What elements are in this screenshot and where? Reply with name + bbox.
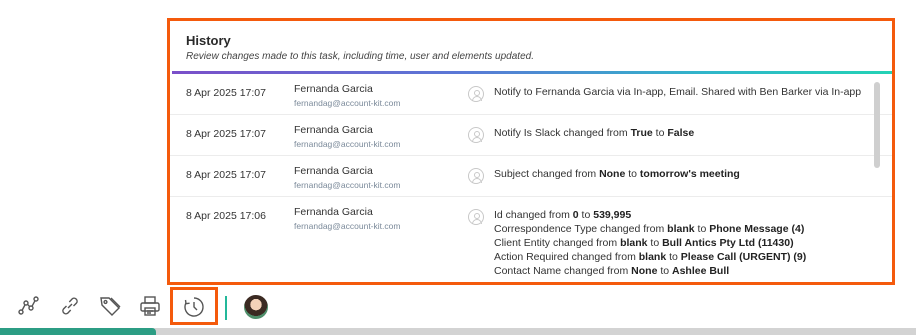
history-row: 8 Apr 2025 17:07 Fernanda Garcia fernandag… xyxy=(170,115,892,156)
change-text: to xyxy=(652,127,668,139)
change-text: Subject changed from xyxy=(494,168,600,180)
change-value: blank xyxy=(667,223,695,235)
change-text: Notify Is Slack changed from xyxy=(494,127,631,139)
history-user: Fernanda Garcia fernandag@account-kit.com xyxy=(278,165,458,190)
change-value: 539,995 xyxy=(593,209,632,221)
change-value: blank xyxy=(638,251,667,263)
history-date: 8 Apr 2025 17:07 xyxy=(186,87,266,99)
user-avatar[interactable] xyxy=(244,295,268,319)
change-text: to xyxy=(666,251,681,263)
history-description: Id changed from 0 to 539,995 Corresponden… xyxy=(494,206,892,278)
history-description: Subject changed from None to tomorrow's … xyxy=(494,165,892,181)
history-subtitle: Review changes made to this task, includ… xyxy=(186,51,534,62)
change-line: Subject changed from None to tomorrow's … xyxy=(494,167,866,181)
change-value: Phone Message (4) xyxy=(709,223,805,235)
change-line: Client Entity changed from blank to Bull… xyxy=(494,236,866,250)
toolbar-divider xyxy=(225,296,227,320)
change-text: to xyxy=(657,265,672,277)
user-email: fernandag@account-kit.com xyxy=(294,98,401,108)
user-name: Fernanda Garcia xyxy=(294,206,373,218)
user-name: Fernanda Garcia xyxy=(294,83,373,95)
user-placeholder-icon xyxy=(468,168,484,184)
progress-fill xyxy=(0,328,156,335)
change-value: None xyxy=(599,168,626,180)
history-list[interactable]: 8 Apr 2025 17:07 Fernanda Garcia fernandag… xyxy=(170,74,892,282)
change-value: tomorrow's meeting xyxy=(639,168,740,180)
history-clock-icon[interactable] xyxy=(182,295,206,319)
history-date: 8 Apr 2025 17:07 xyxy=(186,128,266,140)
change-value: blank xyxy=(620,237,648,249)
change-value: True xyxy=(630,127,653,139)
change-text: Contact Name changed from xyxy=(494,265,632,277)
history-user: Fernanda Garcia fernandag@account-kit.com xyxy=(278,83,458,108)
change-value: Please Call (URGENT) (9) xyxy=(680,251,807,263)
workflow-icon[interactable] xyxy=(16,294,40,318)
change-value: Ashlee Bull xyxy=(672,265,730,277)
history-date: 8 Apr 2025 17:07 xyxy=(186,169,266,181)
change-value: Bull Antics Pty Ltd (11430) xyxy=(662,237,794,249)
change-value: False xyxy=(667,127,695,139)
change-line: Contact Name changed from None to Ashlee… xyxy=(494,264,866,278)
change-text: Correspondence Type changed from xyxy=(494,223,668,235)
change-line: Notify to Fernanda Garcia via In-app, Em… xyxy=(494,85,866,99)
user-avatar-cell xyxy=(458,165,494,184)
history-description: Notify Is Slack changed from True to Fal… xyxy=(494,124,892,140)
user-avatar-cell xyxy=(458,206,494,225)
change-text: Action Required changed from xyxy=(494,251,639,263)
tag-icon[interactable] xyxy=(98,294,122,318)
history-user: Fernanda Garcia fernandag@account-kit.com xyxy=(278,124,458,149)
user-avatar-cell xyxy=(458,124,494,143)
change-line: Id changed from 0 to 539,995 xyxy=(494,208,866,222)
user-email: fernandag@account-kit.com xyxy=(294,180,401,190)
change-text: Notify to Fernanda Garcia via In-app, Em… xyxy=(494,86,862,98)
change-text: to xyxy=(694,223,710,235)
user-email: fernandag@account-kit.com xyxy=(294,139,401,149)
change-line: Notify Is Slack changed from True to Fal… xyxy=(494,126,866,140)
history-row: 8 Apr 2025 17:07 Fernanda Garcia fernandag… xyxy=(170,74,892,115)
change-value: None xyxy=(631,265,658,277)
history-row: 8 Apr 2025 17:07 Fernanda Garcia fernandag… xyxy=(170,156,892,197)
change-text: to xyxy=(647,237,663,249)
link-icon[interactable] xyxy=(58,294,82,318)
change-line: Correspondence Type changed from blank t… xyxy=(494,222,866,236)
user-email: fernandag@account-kit.com xyxy=(294,221,401,231)
change-text: to xyxy=(578,209,594,221)
user-name: Fernanda Garcia xyxy=(294,124,373,136)
user-placeholder-icon xyxy=(468,127,484,143)
change-text: Client Entity changed from xyxy=(494,237,621,249)
history-panel: History Review changes made to this task… xyxy=(167,18,895,285)
user-avatar-cell xyxy=(458,83,494,102)
history-scrollbar[interactable] xyxy=(874,82,880,168)
history-title: History xyxy=(186,33,231,48)
print-icon[interactable] xyxy=(138,294,162,318)
change-text: Id changed from xyxy=(494,209,573,221)
user-placeholder-icon xyxy=(468,86,484,102)
change-text: to xyxy=(625,168,640,180)
history-header: History Review changes made to this task… xyxy=(170,21,892,71)
task-history-view: History Review changes made to this task… xyxy=(0,0,916,335)
history-date: 8 Apr 2025 17:06 xyxy=(186,210,266,222)
history-user: Fernanda Garcia fernandag@account-kit.com xyxy=(278,206,458,231)
history-row: 8 Apr 2025 17:06 Fernanda Garcia fernandag… xyxy=(170,197,892,282)
user-placeholder-icon xyxy=(468,209,484,225)
user-name: Fernanda Garcia xyxy=(294,165,373,177)
change-line: Action Required changed from blank to Pl… xyxy=(494,250,866,264)
history-description: Notify to Fernanda Garcia via In-app, Em… xyxy=(494,83,892,99)
